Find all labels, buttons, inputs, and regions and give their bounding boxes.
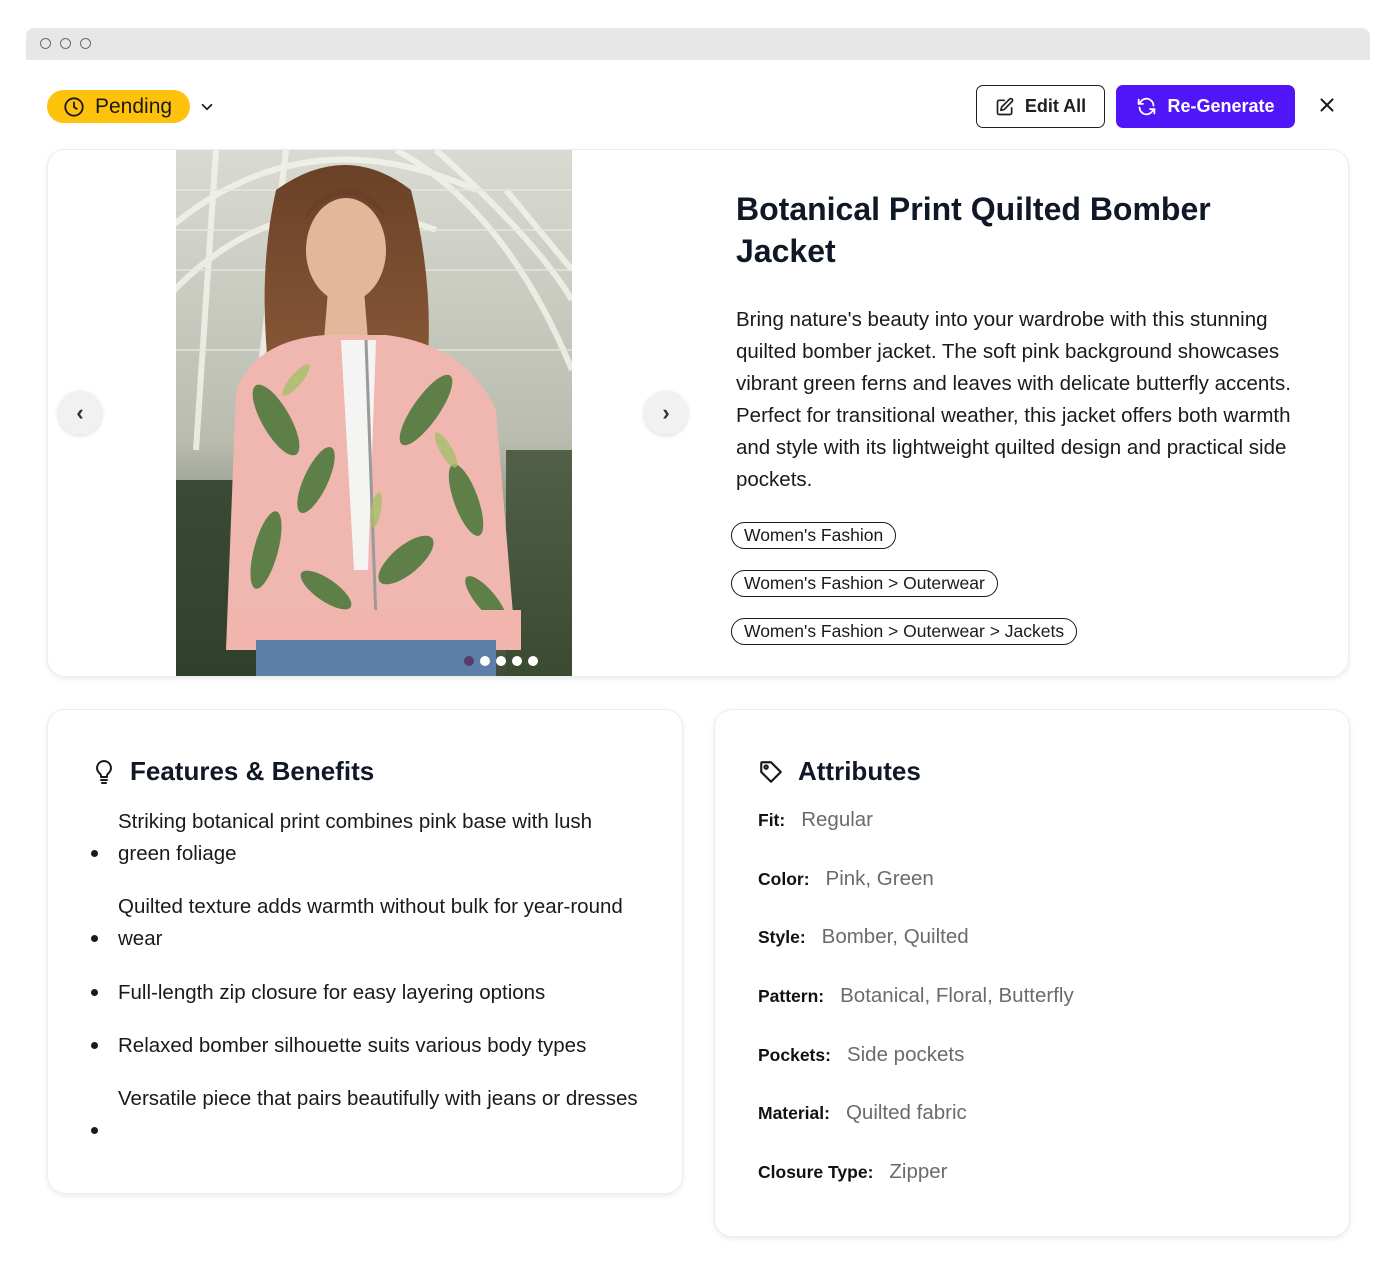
bullet-dot	[91, 1127, 98, 1134]
attributes-card: Attributes Fit: Regular Color: Pink, Gre…	[714, 709, 1350, 1237]
attribute-value: Bomber, Quilted	[821, 925, 969, 948]
refresh-icon	[1136, 96, 1157, 117]
attribute-key: Pattern:	[758, 986, 825, 1006]
window-maximize-dot[interactable]	[80, 38, 91, 49]
category-tag[interactable]: Women's Fashion > Outerwear > Jackets	[731, 618, 1078, 645]
attribute-key: Closure Type:	[758, 1162, 874, 1182]
attribute-row: Closure Type: Zipper	[758, 1160, 948, 1184]
attribute-value: Regular	[801, 808, 874, 831]
attribute-row: Color: Pink, Green	[758, 867, 934, 891]
edit-all-button[interactable]: Edit All	[976, 85, 1105, 128]
attributes-heading: Attributes	[758, 756, 921, 787]
chevron-down-icon[interactable]	[198, 98, 216, 116]
attribute-value: Quilted fabric	[845, 1101, 967, 1124]
product-title: Botanical Print Quilted Bomber Jacket	[736, 191, 1211, 269]
status-dropdown[interactable]: Pending	[47, 90, 190, 123]
carousel-prev-button[interactable]: ‹	[58, 391, 102, 435]
bullet-dot	[91, 1042, 98, 1049]
category-tag[interactable]: Women's Fashion	[731, 522, 897, 549]
carousel-dot[interactable]	[528, 656, 538, 666]
features-title: Features & Benefits	[130, 756, 375, 786]
window-titlebar	[26, 28, 1370, 60]
carousel-dot[interactable]	[480, 656, 490, 666]
regenerate-label: Re-Generate	[1167, 96, 1275, 116]
attribute-value: Side pockets	[846, 1043, 965, 1066]
attribute-row: Style: Bomber, Quilted	[758, 925, 969, 949]
close-icon[interactable]	[1316, 94, 1338, 116]
features-heading: Features & Benefits	[92, 756, 374, 787]
attribute-row: Fit: Regular	[758, 808, 873, 832]
category-tag[interactable]: Women's Fashion > Outerwear	[731, 570, 998, 597]
regenerate-button[interactable]: Re-Generate	[1116, 85, 1295, 128]
clock-icon	[63, 96, 85, 118]
edit-icon	[995, 97, 1015, 117]
attribute-key: Color:	[758, 869, 810, 889]
attribute-key: Pockets:	[758, 1045, 831, 1065]
window-close-dot[interactable]	[40, 38, 51, 49]
bullet-dot	[91, 935, 98, 942]
attribute-value: Zipper	[889, 1160, 948, 1183]
carousel-dot[interactable]	[496, 656, 506, 666]
product-description: Bring nature's beauty into your wardrobe…	[736, 308, 1291, 491]
attribute-row: Pockets: Side pockets	[758, 1043, 964, 1067]
attribute-row: Material: Quilted fabric	[758, 1101, 967, 1125]
carousel-dot[interactable]	[512, 656, 522, 666]
bullet-dot	[91, 989, 98, 996]
bullet-dot	[91, 850, 98, 857]
feature-item: Full-length zip closure for easy layerin…	[118, 981, 546, 1004]
carousel-dots	[464, 656, 538, 666]
attribute-value: Pink, Green	[825, 867, 934, 890]
attribute-key: Material:	[758, 1103, 830, 1123]
attribute-value: Botanical, Floral, Butterfly	[840, 984, 1074, 1007]
carousel-dot[interactable]	[464, 656, 474, 666]
features-card: Features & Benefits Striking botanical p…	[47, 709, 683, 1194]
attribute-key: Style:	[758, 927, 806, 947]
feature-item: Quilted texture adds warmth without bulk…	[118, 895, 623, 950]
lightbulb-icon	[92, 758, 116, 786]
chevron-right-icon: ›	[662, 400, 670, 425]
attribute-key: Fit:	[758, 810, 786, 830]
attributes-title: Attributes	[798, 756, 921, 786]
chevron-left-icon: ‹	[76, 400, 84, 425]
product-card: ‹ › Botanical Print Quilted Bomber Jacke…	[47, 149, 1349, 677]
tag-icon	[758, 759, 784, 785]
status-label: Pending	[95, 94, 173, 118]
feature-item: Relaxed bomber silhouette suits various …	[118, 1034, 587, 1057]
feature-item: Versatile piece that pairs beautifully w…	[118, 1087, 638, 1110]
carousel-next-button[interactable]: ›	[644, 391, 688, 435]
attribute-row: Pattern: Botanical, Floral, Butterfly	[758, 984, 1074, 1008]
edit-all-label: Edit All	[1024, 96, 1087, 116]
window-minimize-dot[interactable]	[60, 38, 71, 49]
product-image	[176, 150, 572, 676]
feature-item: Striking botanical print combines pink b…	[118, 810, 593, 865]
